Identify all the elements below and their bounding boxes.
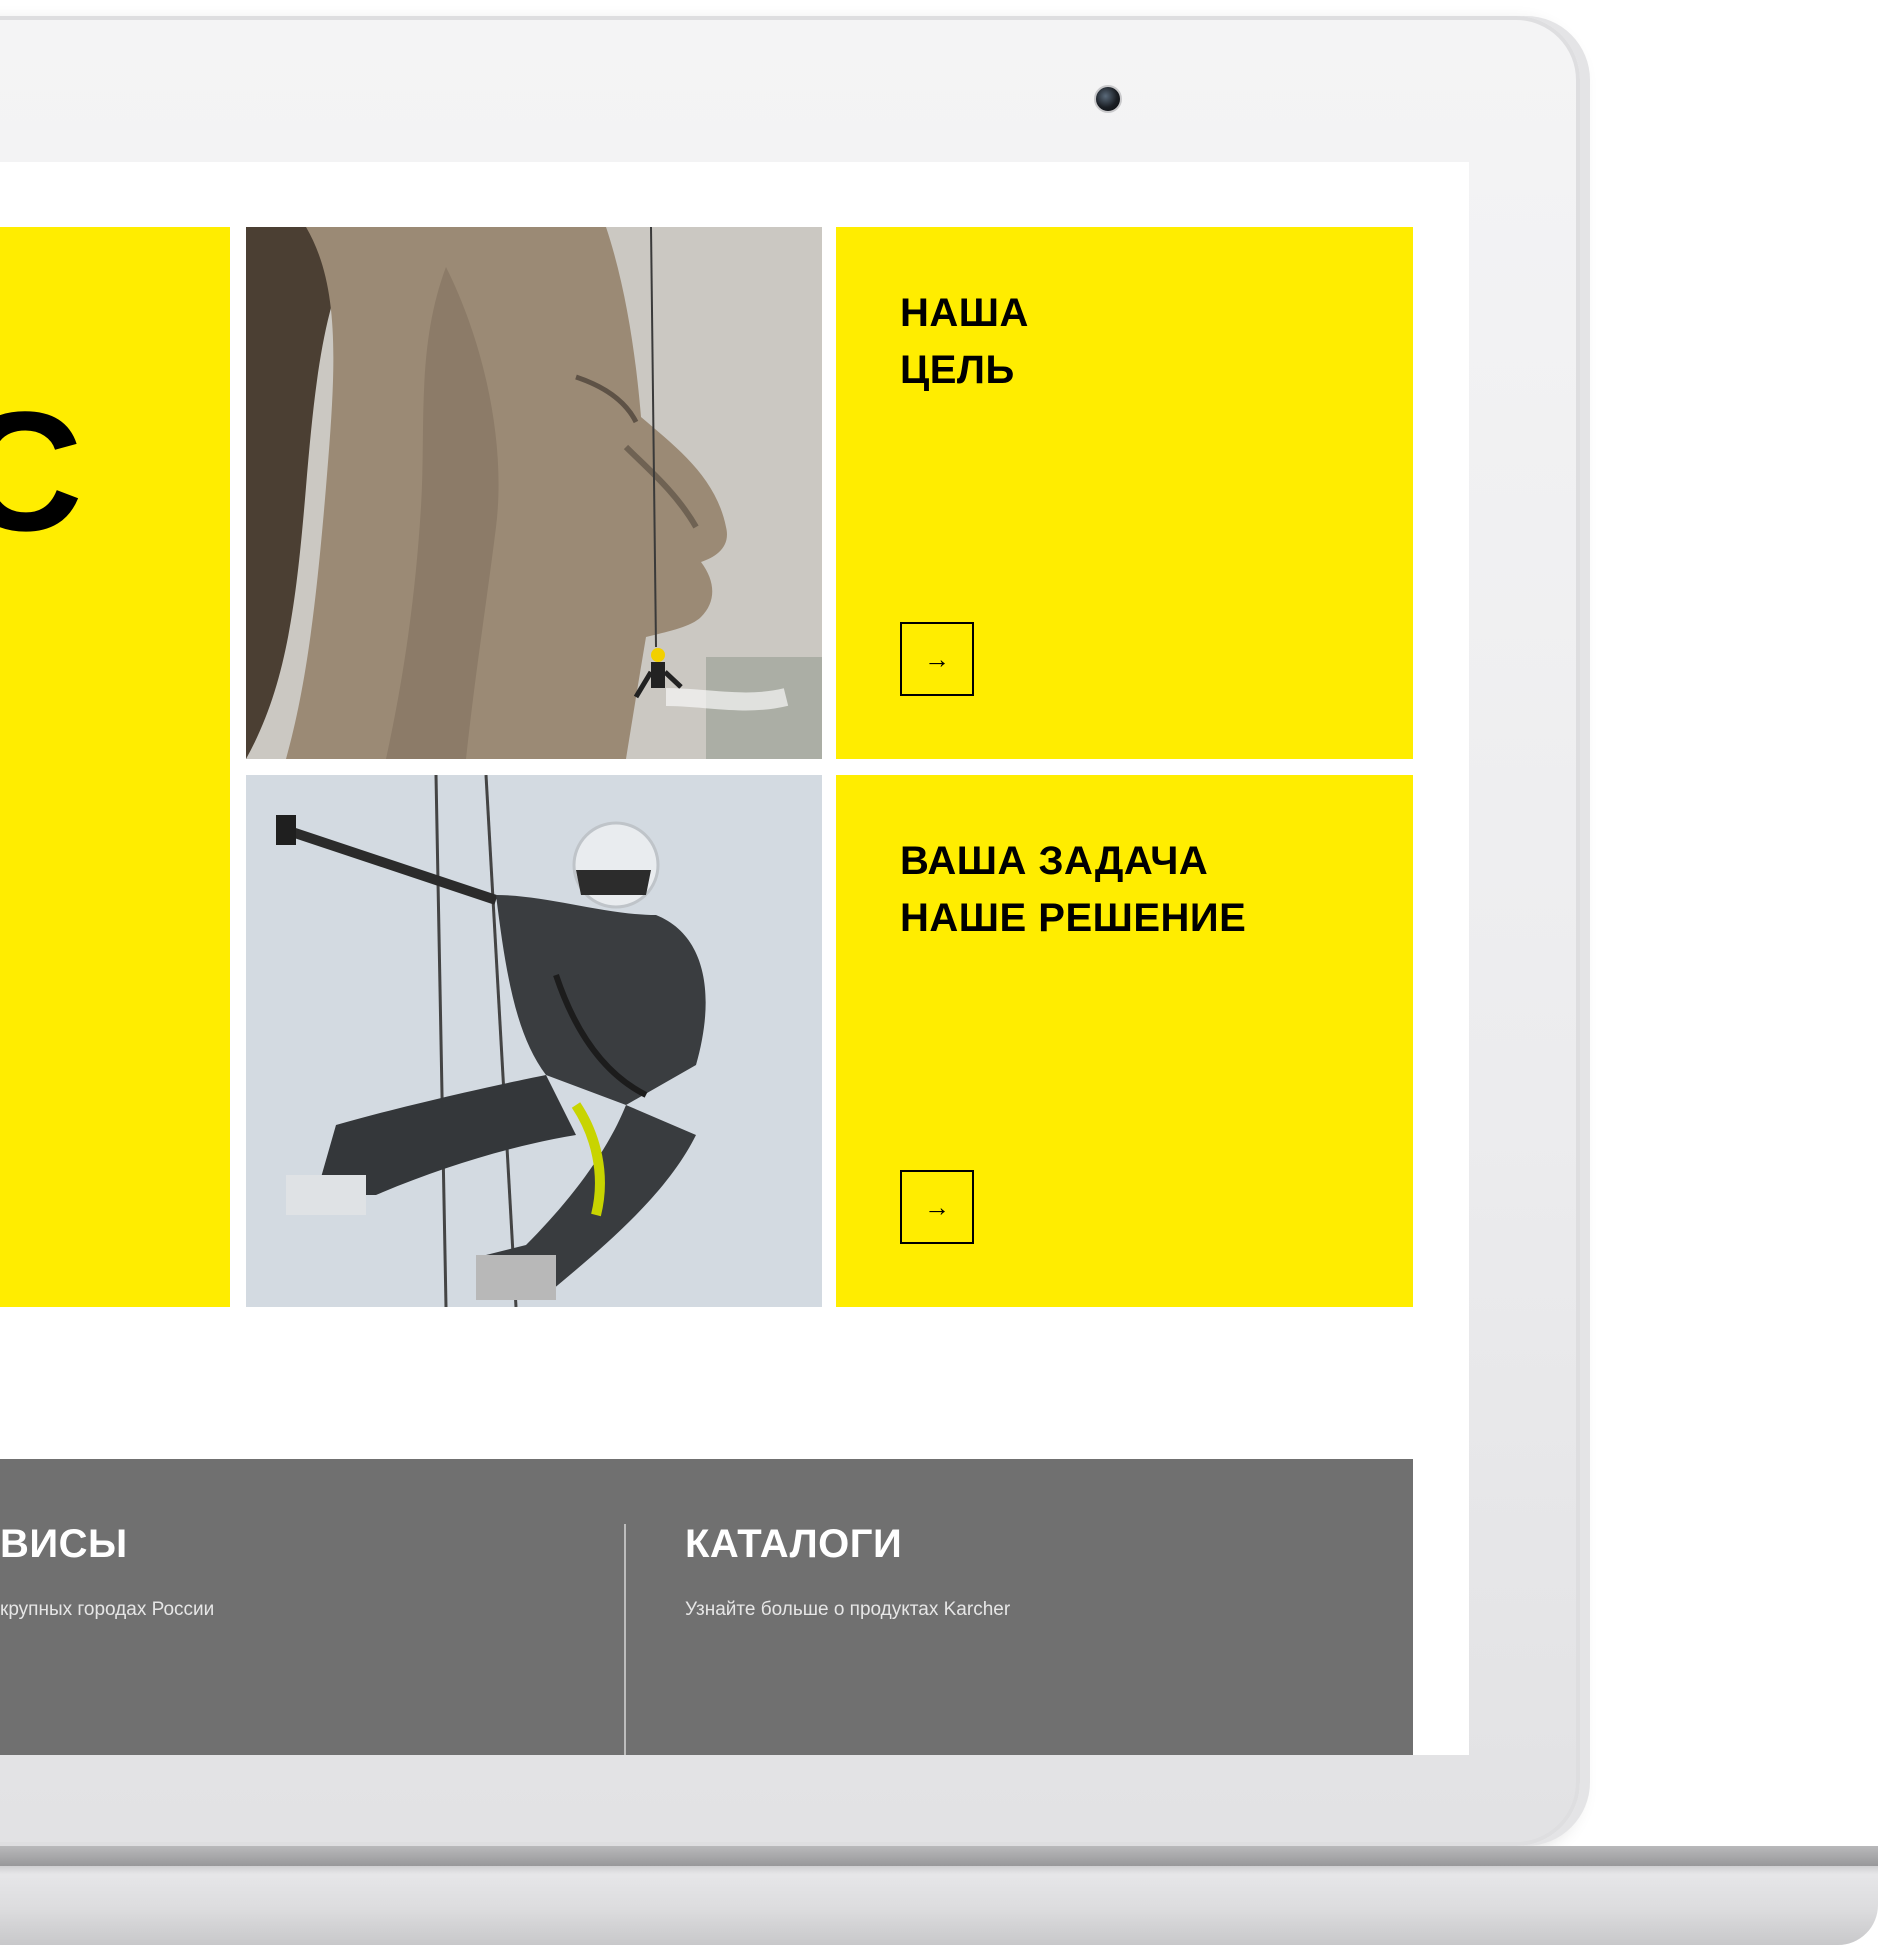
catalogs-title[interactable]: КАТАЛОГИ <box>685 1522 902 1567</box>
goal-title: НАША ЦЕЛЬ <box>900 291 1029 392</box>
laptop-screen: С НАША ЦЕЛЬ → ВАША ЗАДАЧА НАШЕ РЕШЕНИЕ →… <box>0 162 1469 1755</box>
arrow-right-icon: → <box>924 643 950 674</box>
services-description: крупных городах России <box>0 1599 215 1620</box>
task-arrow-button[interactable]: → <box>900 1170 974 1244</box>
arrow-right-icon: → <box>924 1191 950 1222</box>
services-title[interactable]: ВИСЫ <box>0 1522 128 1567</box>
laptop-base-edge <box>0 1866 1878 1874</box>
laptop-base <box>0 1866 1878 1945</box>
photo-rock-cleaning <box>246 227 822 759</box>
hero-title-fragment: С <box>0 377 83 567</box>
task-tile[interactable]: ВАША ЗАДАЧА НАШЕ РЕШЕНИЕ → <box>836 775 1413 1307</box>
photo-industrial-climber <box>246 775 822 1307</box>
hero-tile-partial[interactable]: С <box>0 227 230 1307</box>
goal-arrow-button[interactable]: → <box>900 622 974 696</box>
camera-icon <box>1094 85 1122 113</box>
task-title: ВАША ЗАДАЧА НАШЕ РЕШЕНИЕ <box>900 839 1247 940</box>
footer-divider <box>624 1524 626 1755</box>
catalogs-description: Узнайте больше о продуктах Karcher <box>685 1599 1011 1620</box>
goal-tile[interactable]: НАША ЦЕЛЬ → <box>836 227 1413 759</box>
